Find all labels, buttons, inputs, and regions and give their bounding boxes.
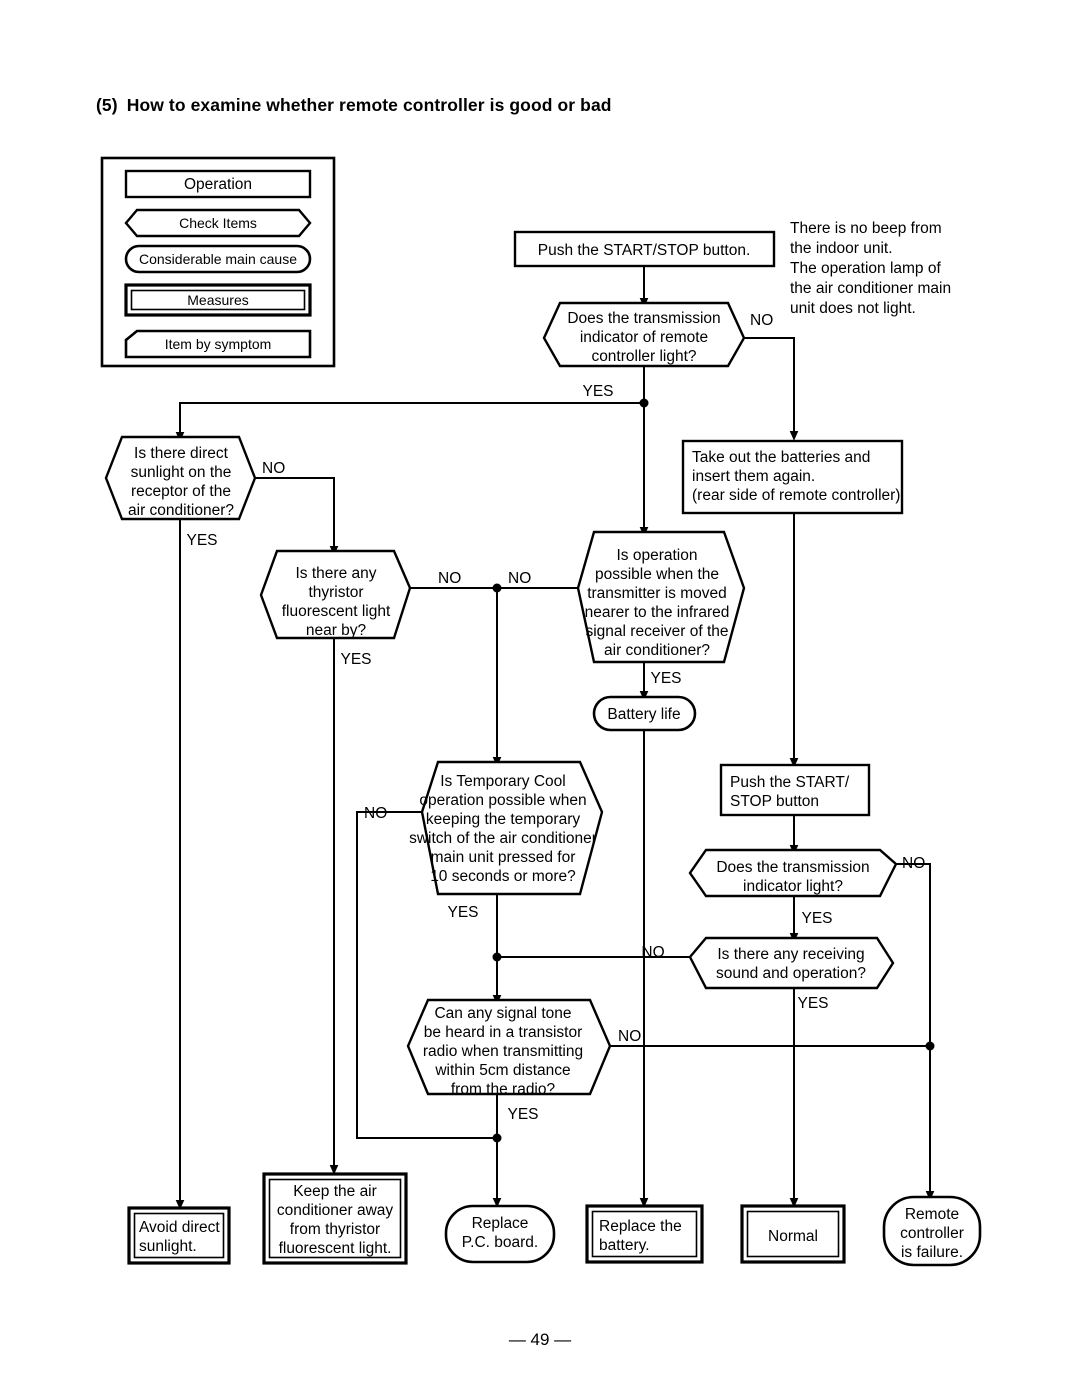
node-operation-q-line-1: Is operation (617, 547, 698, 564)
page-footer: — 49 — (508, 1330, 572, 1349)
edge-label-sunlight-no: NO (262, 460, 285, 477)
edge-sunlight-no-to-thyristor (255, 477, 339, 556)
edge-transmission-yes-to-sunlight (175, 402, 644, 442)
edge-label-transmission-q2-no: NO (902, 855, 925, 872)
symptom-note-line-2: the indoor unit. (790, 240, 893, 257)
node-temp-cool-line-5: main unit pressed for (431, 849, 576, 866)
node-signal-tone-line-4: within 5cm distance (434, 1062, 570, 1079)
node-sunlight-q-line-4: air conditioner? (128, 502, 234, 519)
edge-transmission-no-to-batteries (744, 337, 799, 441)
node-transmission-q-line-1: Does the transmission (567, 310, 720, 327)
node-transmission-q2-line-1: Does the transmission (716, 859, 869, 876)
node-transmission-q2-line-2: indicator light? (743, 878, 843, 895)
node-operation-q-line-6: air conditioner? (604, 642, 710, 659)
node-remote-failure-line-1: Remote (905, 1206, 959, 1223)
node-temp-cool-line-4: switch of the air conditioner (409, 830, 597, 847)
node-keep-away-line-3: from thyristor (290, 1221, 380, 1238)
node-operation-q-line-3: transmitter is moved (587, 585, 727, 602)
symptom-note-line-3: The operation lamp of (790, 260, 941, 277)
node-thyristor-q-line-1: Is there any (296, 565, 377, 582)
node-keep-away-line-2: conditioner away (277, 1202, 394, 1219)
node-replace-battery-line-1: Replace the (599, 1218, 682, 1235)
symptom-note-line-1: There is no beep from (790, 220, 942, 237)
node-temp-cool-line-3: keeping the temporary (426, 811, 580, 828)
edge-label-sunlight-yes: YES (186, 532, 217, 549)
node-avoid-sunlight-line-1: Avoid direct (139, 1219, 220, 1236)
node-operation-q-line-4: nearer to the infrared (585, 604, 730, 621)
node-avoid-sunlight-line-2: sunlight. (139, 1238, 197, 1255)
node-replace-pc-line-2: P.C. board. (462, 1234, 538, 1251)
flowchart-svg: Operation Check Items Considerable main … (100, 156, 982, 1267)
node-temp-cool-line-1: Is Temporary Cool (440, 773, 565, 790)
node-push-right-line-1: Push the START/ (730, 774, 850, 791)
edge-label-transmission-q2-yes: YES (801, 910, 832, 927)
node-transmission-q-line-2: indicator of remote (580, 329, 708, 346)
edge-transmission-q2-no (896, 863, 931, 1046)
symptom-note-line-4: the air conditioner main (790, 280, 951, 297)
node-thyristor-q-line-4: near by? (306, 622, 367, 639)
node-keep-away-line-4: fluorescent light. (279, 1240, 392, 1257)
node-replace-pc-line-1: Replace (472, 1215, 529, 1232)
legend-label-item-by-symptom: Item by symptom (165, 336, 272, 352)
edge-label-signal-tone-yes: YES (507, 1106, 538, 1123)
edge-label-thyristor-yes: YES (340, 651, 371, 668)
edge-label-signal-tone-no: NO (618, 1028, 641, 1045)
node-batteries-line-1: Take out the batteries and (692, 449, 870, 466)
symptom-note-line-5: unit does not light. (790, 300, 916, 317)
edge-label-receiving-no: NO (641, 944, 664, 961)
node-sunlight-q-line-2: sunlight on the (131, 464, 232, 481)
node-signal-tone-line-1: Can any signal tone (434, 1005, 571, 1022)
edge-label-thyristor-no: NO (438, 570, 461, 587)
edge-label-transmission-no: NO (750, 312, 773, 329)
edge-label-receiving-yes: YES (797, 995, 828, 1012)
node-replace-battery-line-2: battery. (599, 1237, 650, 1254)
node-remote-failure-line-2: controller (900, 1225, 964, 1242)
node-keep-away-line-1: Keep the air (293, 1183, 377, 1200)
edge-label-transmission-yes: YES (582, 383, 613, 400)
node-sunlight-q-line-3: receptor of the (131, 483, 231, 500)
node-batteries-line-3: (rear side of remote controller) (692, 487, 900, 504)
node-push-right-line-2: STOP button (730, 793, 819, 810)
node-thyristor-q-line-3: fluorescent light (282, 603, 391, 620)
node-remote-failure-line-3: is failure. (901, 1244, 963, 1261)
node-batteries-line-2: insert them again. (692, 468, 815, 485)
legend-label-measures: Measures (187, 292, 248, 308)
legend-label-check-items: Check Items (179, 215, 257, 231)
node-operation-q-line-2: possible when the (595, 566, 719, 583)
edge-label-operation-yes: YES (650, 670, 681, 687)
node-temp-cool-line-6: 10 seconds or more? (430, 868, 576, 885)
node-push-start-stop-top-line-1: Push the START/STOP button. (538, 242, 751, 259)
node-sunlight-q-line-1: Is there direct (134, 445, 229, 462)
node-operation-q-line-5: signal receiver of the (585, 623, 728, 640)
edge-label-temp-cool-yes: YES (447, 904, 478, 921)
legend-label-operation: Operation (184, 176, 252, 193)
node-signal-tone-line-5: from the radio? (451, 1081, 556, 1098)
legend-label-main-cause: Considerable main cause (139, 251, 297, 267)
flowchart-page: (5) How to examine whether remote control… (0, 0, 1080, 1397)
node-normal-label: Normal (768, 1228, 818, 1245)
edge-label-temp-cool-no: NO (364, 805, 387, 822)
node-transmission-q-line-3: controller light? (591, 348, 696, 365)
node-signal-tone-line-2: be heard in a transistor (424, 1024, 583, 1041)
edge-label-operation-no: NO (508, 570, 531, 587)
node-temp-cool-line-2: operation possible when (419, 792, 586, 809)
node-thyristor-q-line-2: thyristor (308, 584, 363, 601)
node-battery-life-label: Battery life (607, 706, 680, 723)
node-receiving-q-line-1: Is there any receiving (717, 946, 864, 963)
node-signal-tone-line-3: radio when transmitting (423, 1043, 583, 1060)
node-receiving-q-line-2: sound and operation? (716, 965, 866, 982)
